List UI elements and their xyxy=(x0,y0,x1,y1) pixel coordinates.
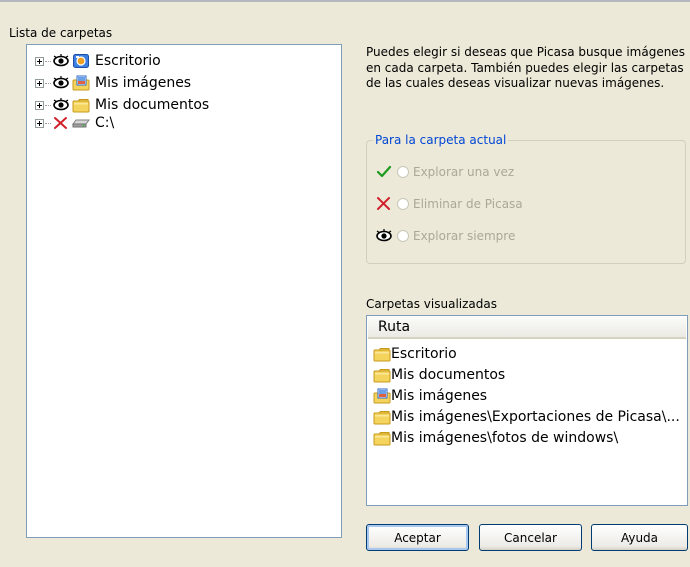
tree-connector xyxy=(45,60,51,62)
folder-icon xyxy=(373,410,391,424)
current-folder-groupbox: Para la carpeta actual Explorar una vez … xyxy=(366,133,686,264)
path-label: Mis documentos xyxy=(391,366,506,383)
list-item[interactable]: Mis imágenes\Exportaciones de Picasa\... xyxy=(373,407,680,426)
tree-connector xyxy=(45,82,51,84)
tree-item-label: Mis imágenes xyxy=(95,75,192,91)
tree-item-c-drive[interactable]: C:\ xyxy=(35,113,114,133)
list-item[interactable]: Mis documentos xyxy=(373,365,505,384)
tree-item-label: C:\ xyxy=(95,115,115,131)
path-label: Escritorio xyxy=(391,345,457,362)
option-explorar-una-vez[interactable]: Explorar una vez xyxy=(375,163,514,181)
pictures-folder-icon xyxy=(72,75,90,91)
eye-icon xyxy=(376,229,392,242)
folder-list-label: Lista de carpetas xyxy=(9,26,113,40)
window-top-edge xyxy=(0,0,690,2)
radio-button[interactable] xyxy=(397,166,409,178)
eye-icon[interactable] xyxy=(52,75,70,91)
option-explorar-siempre[interactable]: Explorar siempre xyxy=(375,227,515,245)
radio-button[interactable] xyxy=(397,230,409,242)
red-x-icon xyxy=(377,197,390,210)
path-label: Mis imágenes\fotos de windows\ xyxy=(391,429,619,446)
tree-item-mis-documentos[interactable]: Mis documentos xyxy=(35,95,209,115)
path-label: Mis imágenes\Exportaciones de Picasa\... xyxy=(391,408,680,425)
eye-icon[interactable] xyxy=(52,53,70,69)
tree-item-label: Escritorio xyxy=(95,53,161,69)
expand-icon[interactable] xyxy=(35,56,44,66)
visualized-folders-label: Carpetas visualizadas xyxy=(366,297,497,311)
list-item[interactable]: Mis imágenes xyxy=(373,386,487,405)
green-check-icon xyxy=(376,165,392,178)
description-text: Puedes elegir si deseas que Picasa busqu… xyxy=(366,45,685,90)
accept-button[interactable]: Aceptar xyxy=(366,524,469,551)
option-label: Explorar una vez xyxy=(413,165,515,179)
tree-connector xyxy=(45,104,51,106)
visualized-folders-list[interactable]: Ruta Escritorio Mis documentos Mis imáge… xyxy=(366,315,688,506)
list-item[interactable]: Escritorio xyxy=(373,344,457,363)
expand-icon[interactable] xyxy=(35,100,44,110)
list-item[interactable]: Mis imágenes\fotos de windows\ xyxy=(373,428,618,447)
folder-icon xyxy=(373,368,391,382)
option-label: Eliminar de Picasa xyxy=(413,197,523,211)
option-eliminar-de-picasa[interactable]: Eliminar de Picasa xyxy=(375,195,523,213)
groupbox-title: Para la carpeta actual xyxy=(373,133,509,147)
expand-icon[interactable] xyxy=(35,78,44,88)
help-button[interactable]: Ayuda xyxy=(591,524,688,551)
pictures-folder-icon xyxy=(373,388,391,403)
cancel-button[interactable]: Cancelar xyxy=(479,524,582,551)
expand-icon[interactable] xyxy=(35,118,44,128)
eye-icon[interactable] xyxy=(52,97,70,113)
column-header-ruta[interactable]: Ruta xyxy=(368,317,686,339)
path-label: Mis imágenes xyxy=(391,387,488,404)
tree-item-label: Mis documentos xyxy=(95,97,210,113)
tree-item-escritorio[interactable]: Escritorio xyxy=(35,51,161,71)
hard-drive-icon xyxy=(72,119,90,128)
folder-tree[interactable]: Escritorio Mis imágenes Mis documentos C… xyxy=(26,44,342,538)
tree-connector xyxy=(45,122,51,124)
option-label: Explorar siempre xyxy=(413,229,516,243)
red-x-icon[interactable] xyxy=(52,115,70,131)
desktop-icon xyxy=(73,54,89,68)
radio-button[interactable] xyxy=(397,198,409,210)
folder-icon xyxy=(373,347,391,361)
folder-icon xyxy=(373,431,391,445)
tree-item-mis-imagenes[interactable]: Mis imágenes xyxy=(35,73,191,93)
folder-icon xyxy=(72,99,90,113)
